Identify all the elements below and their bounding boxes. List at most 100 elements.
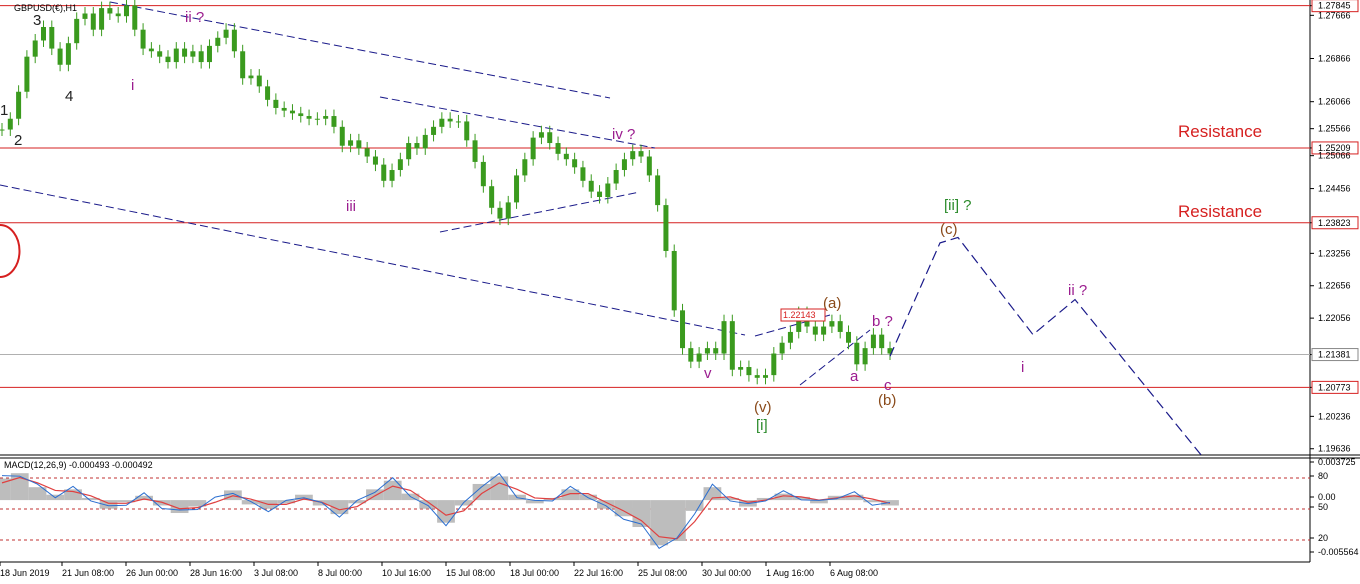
candle-body-78 [646,156,652,176]
x-tick-label-6: 10 Jul 16:00 [382,568,431,578]
candle-body-14 [115,13,121,17]
candle-body-86 [713,348,719,354]
candle-body-87 [721,321,727,354]
candle-body-54 [447,118,453,122]
candle-body-10 [82,13,88,19]
wave-label-12: a [850,368,859,385]
candle-body-67 [555,143,561,154]
candle-body-60 [497,207,503,219]
resistance-label-2: Resistance [1178,202,1262,221]
candle-body-62 [514,175,520,203]
candle-body-22 [182,48,188,57]
x-tick-label-12: 1 Aug 16:00 [766,568,814,578]
candle-body-56 [464,121,470,141]
candle-body-28 [231,29,237,52]
candle-body-75 [621,159,627,171]
x-tick-label-7: 15 Jul 08:00 [446,568,495,578]
candle-body-83 [688,348,694,362]
y-tick-label-6: 1.25066 [1318,151,1351,161]
macd-y-tick-label-5: -0.005564 [1318,547,1359,557]
wave-label-4: i [131,77,134,94]
candle-body-35 [289,110,295,114]
y-tick-label-1: 1.27666 [1318,10,1351,20]
candle-body-55 [455,121,461,123]
wave-label-9: (v) [754,399,772,416]
x-tick-label-9: 22 Jul 16:00 [574,568,623,578]
candle-body-65 [538,132,544,138]
x-tick-label-2: 26 Jun 00:00 [126,568,178,578]
candle-body-98 [812,326,818,335]
candle-body-85 [704,348,710,354]
macd-y-tick-label-3: 50 [1318,502,1328,512]
candle-body-27 [223,29,229,38]
y-tick-label-3: 1.26066 [1318,97,1351,107]
gbpusd-h1-chart[interactable]: 1234iii ?iiiiv ?v(v)[i](a)ab ?c(b)[ii] ?… [0,0,1360,584]
candle-body-19 [157,51,163,57]
candle-body-84 [696,353,702,362]
wave-label-15: (b) [878,392,896,409]
candle-body-36 [298,113,304,117]
y-tick-label-7: 1.24456 [1318,184,1351,194]
candle-body-95 [787,331,793,343]
candle-body-104 [862,348,868,365]
candle-body-12 [99,8,105,30]
macd-bar-37 [650,500,668,546]
candle-body-73 [605,183,611,198]
wave-label-7: iv ? [612,126,635,143]
candle-body-37 [306,116,312,119]
candle-body-71 [588,180,594,192]
candle-body-90 [746,367,752,376]
candle-body-3 [24,56,30,92]
candle-body-20 [165,56,171,63]
x-tick-label-5: 8 Jul 00:00 [318,568,362,578]
candle-body-82 [680,310,686,349]
wave-label-5: ii ? [185,9,204,26]
candle-body-13 [107,8,113,14]
wave-label-1: 2 [14,132,22,149]
y-tick-label-14: 1.20236 [1318,411,1351,421]
candle-body-48 [397,159,403,171]
macd-bar-36 [632,500,651,528]
wave-label-10: [i] [756,417,768,434]
candle-body-39 [323,116,329,119]
candle-body-30 [248,75,254,79]
candle-body-64 [530,137,536,160]
candle-body-44 [364,148,370,157]
candle-body-50 [414,143,420,149]
x-tick-label-11: 30 Jul 00:00 [702,568,751,578]
candle-body-0 [0,129,5,131]
candle-body-49 [406,143,412,160]
y-tick-label-8: 1.23823 [1318,218,1351,228]
candle-body-76 [630,151,636,160]
y-tick-label-10: 1.22656 [1318,281,1351,291]
candle-body-6 [49,26,55,49]
candle-body-80 [663,205,669,251]
candle-body-99 [821,326,827,335]
candle-body-4 [32,40,38,57]
candle-body-42 [348,140,354,146]
candle-body-16 [132,5,138,30]
candle-body-63 [522,159,528,176]
candle-body-45 [372,156,378,165]
y-tick-label-15: 1.19636 [1318,444,1351,454]
macd-y-tick-label-1: 80 [1318,471,1328,481]
y-tick-label-4: 1.25566 [1318,124,1351,134]
y-tick-label-12: 1.21381 [1318,350,1351,360]
candle-body-100 [829,321,835,327]
candle-body-23 [190,51,196,57]
macd-bar-39 [685,500,704,511]
wave-label-11: (a) [823,295,841,312]
candle-body-106 [879,334,885,349]
candle-body-79 [655,175,661,206]
candle-body-5 [40,26,46,41]
x-tick-label-10: 25 Jul 08:00 [638,568,687,578]
wave-label-16: [ii] ? [944,197,972,214]
candle-body-43 [356,140,362,149]
candle-body-38 [314,118,320,120]
wave-label-2: 3 [33,12,41,29]
candle-body-88 [729,321,735,370]
candle-body-81 [671,250,677,311]
candle-body-8 [65,43,71,65]
x-tick-label-0: 18 Jun 2019 [0,568,50,578]
macd-label: MACD(12,26,9) -0.000493 -0.000492 [4,460,153,470]
